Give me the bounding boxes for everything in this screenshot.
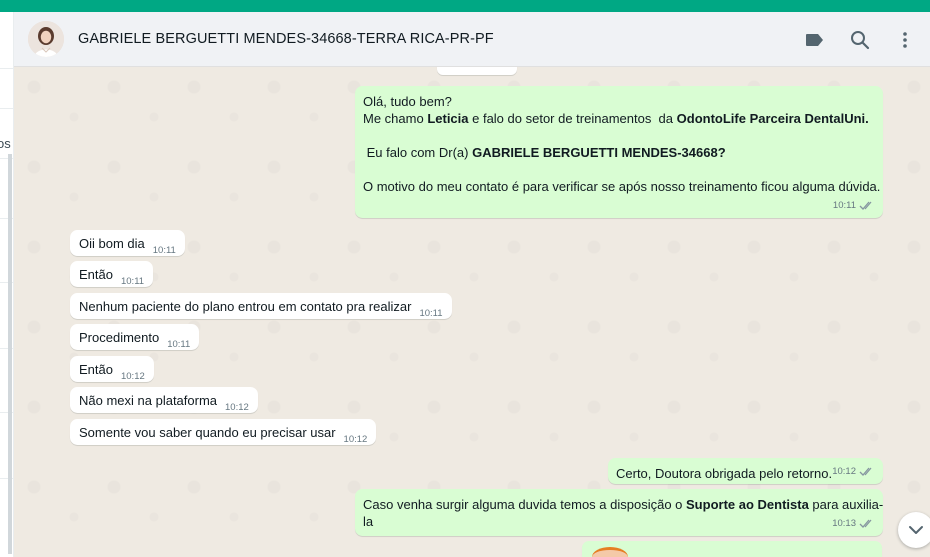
message-time: 10:11 xyxy=(419,308,443,319)
text-run: la xyxy=(363,514,374,529)
incoming-message[interactable]: Não mexi na plataforma 10:12 xyxy=(70,387,258,413)
search-icon xyxy=(851,30,870,49)
divider xyxy=(0,108,13,109)
incoming-message[interactable]: Somente vou saber quando eu precisar usa… xyxy=(70,419,377,445)
profile-photo-icon xyxy=(28,21,64,57)
message-line: O motivo do meu contato é para verificar… xyxy=(363,178,880,195)
label-icon xyxy=(806,33,823,46)
message-text: Caso venha surgir alguma duvida temos a … xyxy=(363,496,883,530)
scroll-down-button[interactable] xyxy=(898,512,930,548)
text-run: para auxilia- xyxy=(808,497,884,512)
chat-list-fragment-text: os xyxy=(0,136,11,151)
message-line: Olá, tudo bem? xyxy=(363,93,875,110)
message-line: Eu falo com Dr(a) GABRIELE BERGUETTI MEN… xyxy=(363,144,875,161)
chat-header: GABRIELE BERGUETTI MENDES-34668-TERRA RI… xyxy=(14,12,930,67)
message-time: 10:12 xyxy=(832,466,856,477)
message-line: Me chamo Leticia e falo do setor de trei… xyxy=(363,110,875,127)
message-time: 10:11 xyxy=(832,200,856,211)
text-run: Me chamo xyxy=(363,111,428,126)
message-text: Então xyxy=(79,362,113,377)
chevron-down-icon xyxy=(909,526,923,534)
message-text: Nenhum paciente do plano entrou em conta… xyxy=(79,299,412,314)
text-run: Olá, tudo bem? xyxy=(363,94,452,109)
message-line: Caso venha surgir alguma duvida temos a … xyxy=(363,496,883,513)
message-text: Não mexi na plataforma xyxy=(79,393,218,408)
avatar[interactable] xyxy=(28,21,64,57)
chat-list-panel-edge: os xyxy=(0,12,14,557)
message-line xyxy=(363,161,875,178)
message-time: 10:12 xyxy=(225,402,249,413)
divider xyxy=(0,68,13,69)
bold-text: Suporte ao Dentista xyxy=(686,497,809,512)
text-run: O motivo do meu contato é para verificar… xyxy=(363,179,881,194)
incoming-message[interactable]: Então 10:12 xyxy=(70,356,154,382)
incoming-message[interactable]: Oii bom dia 10:11 xyxy=(70,230,185,256)
message-text: Oii bom dia xyxy=(79,236,145,251)
message-text: Então xyxy=(79,267,113,282)
bold-text: Leticia xyxy=(427,111,469,126)
read-receipt-icon xyxy=(859,201,872,210)
message-meta: 10:12 xyxy=(832,463,875,480)
message-bubble-partial xyxy=(437,67,517,75)
read-receipt-icon xyxy=(859,467,872,476)
incoming-message[interactable]: Então 10:11 xyxy=(70,261,154,287)
message-time: 10:12 xyxy=(120,371,145,382)
bold-text: OdontoLife Parceira DentalUni. xyxy=(676,111,869,126)
outgoing-message[interactable]: Caso venha surgir alguma duvida temos a … xyxy=(355,489,883,536)
read-receipt-icon xyxy=(859,519,872,528)
search-button[interactable] xyxy=(840,20,880,60)
message-text: Somente vou saber quando eu precisar usa… xyxy=(79,425,336,440)
message-time: 10:11 xyxy=(120,276,145,287)
top-accent-bar xyxy=(0,0,930,12)
contact-name[interactable]: GABRIELE BERGUETTI MENDES-34668-TERRA RI… xyxy=(78,31,494,47)
outgoing-message[interactable]: Certo, Doutora obrigada pelo retorno. 10… xyxy=(608,458,883,484)
message-time: 10:13 xyxy=(832,518,856,529)
message-time: 10:11 xyxy=(167,339,191,350)
message-line xyxy=(363,127,875,144)
message-meta: 10:13 xyxy=(832,515,875,532)
menu-button[interactable] xyxy=(885,20,925,60)
more-vertical-icon xyxy=(903,31,907,48)
incoming-message[interactable]: Nenhum paciente do plano entrou em conta… xyxy=(70,293,452,319)
message-line: la xyxy=(363,513,875,530)
message-text: Olá, tudo bem? Me chamo Leticia e falo do… xyxy=(363,93,880,195)
message-time: 10:11 xyxy=(152,245,176,256)
outgoing-message[interactable]: Olá, tudo bem? Me chamo Leticia e falo do… xyxy=(355,86,883,218)
text-run: Certo, Doutora obrigada pelo retorno. xyxy=(616,466,833,481)
label-button[interactable] xyxy=(795,20,835,60)
text-run: e falo do setor de treinamentos da xyxy=(468,111,677,126)
chat-list-scrollbar[interactable] xyxy=(8,154,12,554)
conversation-panel[interactable]: Olá, tudo bem? Me chamo Leticia e falo do… xyxy=(14,67,930,557)
message-meta: 10:11 xyxy=(833,197,875,214)
incoming-message[interactable]: Procedimento 10:11 xyxy=(70,324,200,350)
bold-text: GABRIELE BERGUETTI MENDES-34668? xyxy=(472,145,726,160)
message-time: 10:12 xyxy=(343,434,368,445)
text-run: Eu falo com Dr(a) xyxy=(363,145,473,160)
text-run: Caso venha surgir alguma duvida temos a … xyxy=(363,497,687,512)
message-text: Procedimento xyxy=(79,330,160,345)
